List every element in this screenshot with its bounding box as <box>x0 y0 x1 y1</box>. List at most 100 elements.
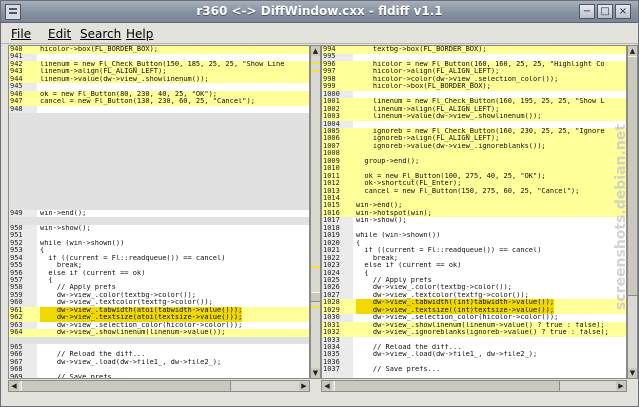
code-line[interactable]: 997 hicolor->align(FL_ALIGN_LEFT); <box>322 68 626 76</box>
code-line[interactable]: 969 // Save prefs... <box>9 374 309 378</box>
scroll-thumb[interactable] <box>21 381 231 391</box>
code-line[interactable]: 1026 dw->view_.color(textbg->color()); <box>322 284 626 292</box>
code-line[interactable]: 1007 ignoreb->value(dw->view_.ignoreblan… <box>322 142 626 151</box>
code-line[interactable]: 953 { <box>9 247 309 255</box>
code-line[interactable]: 946 ok = new Fl_Button(80, 230, 40, 25, "… <box>9 90 309 99</box>
code-line[interactable]: 1020 { <box>322 240 626 248</box>
code-line[interactable]: 1015 win->end(); <box>322 202 626 210</box>
code-line[interactable]: 942 linenum = new Fl_Check_Button(150, 18… <box>9 60 309 69</box>
code-line[interactable]: 964 dw->view_.showlinenum(linenum->value… <box>9 329 309 337</box>
scroll-up-arrow-icon[interactable]: ▲ <box>311 46 320 56</box>
code-line[interactable] <box>9 157 309 166</box>
scroll-thumb[interactable] <box>311 292 320 302</box>
code-line[interactable]: 1036 <box>322 359 626 367</box>
scroll-left-arrow-icon[interactable]: ◀ <box>9 381 19 391</box>
code-line[interactable]: 959 dw->view_.color(textbg->color()); <box>9 292 309 300</box>
code-line[interactable]: 1011 ok = new Fl_Button(100, 275, 40, 25… <box>322 172 626 181</box>
code-line[interactable]: 960 dw->view_.textcolor(textfg->color())… <box>9 299 309 307</box>
code-line[interactable] <box>9 165 309 173</box>
scroll-up-arrow-icon[interactable]: ▲ <box>628 46 637 56</box>
code-line[interactable]: 1021 if ((current = Fl::readqueue()) == … <box>322 247 626 255</box>
scroll-thumb[interactable] <box>334 381 560 391</box>
minimize-button[interactable]: − <box>579 4 595 19</box>
code-line[interactable] <box>9 336 309 345</box>
code-line[interactable]: 1022 break; <box>322 255 626 263</box>
code-line[interactable]: 1035 dw->view_.load(dw->file1_, dw->file… <box>322 351 626 359</box>
code-line[interactable]: 951 <box>9 232 309 240</box>
code-line[interactable]: 957 { <box>9 277 309 285</box>
code-line[interactable]: 1024 { <box>322 270 626 278</box>
maximize-button[interactable]: □ <box>597 4 613 19</box>
code-line[interactable]: 1037 // Save prefs... <box>322 366 626 374</box>
code-line[interactable]: 952 while (win->shown()) <box>9 240 309 248</box>
code-line[interactable]: 1034 // Reload the diff... <box>322 344 626 352</box>
code-line[interactable]: 1030 dw->view_.selection_color(hicolor->… <box>322 314 626 322</box>
scroll-right-arrow-icon[interactable]: ▶ <box>299 381 309 391</box>
code-line[interactable]: 1027 dw->view_.textcolor(textfg->color()… <box>322 292 626 300</box>
code-line[interactable]: 1025 // Apply prefs <box>322 277 626 285</box>
code-line[interactable]: 1009 group->end(); <box>322 157 626 166</box>
code-line[interactable]: 995 <box>322 53 626 61</box>
code-line[interactable]: 968 <box>9 366 309 374</box>
code-line[interactable]: 1005 ignoreb = new Fl_Check_Button(160, … <box>322 127 626 136</box>
code-line[interactable] <box>9 195 309 203</box>
code-line[interactable]: 1032 dw->view_.ignoreblanks(ignoreb->val… <box>322 329 626 337</box>
code-line[interactable] <box>9 172 309 181</box>
code-line[interactable]: 1002 linenum->align(FL_ALIGN_LEFT); <box>322 105 626 114</box>
code-line[interactable] <box>9 202 309 210</box>
code-line[interactable]: 1004 <box>322 121 626 129</box>
code-line[interactable]: 955 break; <box>9 262 309 270</box>
code-line[interactable]: 956 else if (current == ok) <box>9 270 309 278</box>
scroll-right-arrow-icon[interactable]: ▶ <box>616 381 626 391</box>
menu-search[interactable]: Search <box>80 27 121 41</box>
menu-help[interactable]: Help <box>126 27 153 41</box>
code-line[interactable] <box>9 120 309 128</box>
code-line[interactable]: 1012 ok->shortcut(FL_Enter); <box>322 180 626 188</box>
code-line[interactable]: 949 win->end(); <box>9 210 309 218</box>
close-button[interactable]: × <box>615 4 631 19</box>
code-line[interactable]: 1014 <box>322 195 626 203</box>
code-line[interactable]: 1029 dw->view_.textsize((int)textsize->v… <box>322 306 626 315</box>
code-line[interactable]: 1008 <box>322 150 626 158</box>
code-line[interactable]: 994 textbg->box(FL_BORDER_BOX); <box>322 46 626 54</box>
code-line[interactable]: 1018 <box>322 225 626 233</box>
code-line[interactable]: 940 hicolor->box(FL_BORDER_BOX); <box>9 46 309 54</box>
scroll-left-arrow-icon[interactable]: ◀ <box>322 381 332 391</box>
code-line[interactable]: 1010 <box>322 165 626 173</box>
code-line[interactable]: 958 // Apply prefs <box>9 284 309 292</box>
code-line[interactable]: 961 dw->view_.tabwidth(atoi(tabwidth->va… <box>9 306 309 315</box>
code-line[interactable]: 945 <box>9 83 309 91</box>
scroll-down-arrow-icon[interactable]: ▼ <box>311 368 320 378</box>
code-line[interactable] <box>9 150 309 158</box>
code-line[interactable]: 1006 ignoreb->align(FL_ALIGN_LEFT); <box>322 135 626 143</box>
code-line[interactable]: 965 <box>9 344 309 352</box>
code-line[interactable]: 962 dw->view_.textsize(atoi(textsize->va… <box>9 314 309 322</box>
menu-file[interactable]: File <box>11 27 31 41</box>
code-line[interactable]: 943 linenum->align(FL_ALIGN_LEFT); <box>9 68 309 76</box>
code-line[interactable]: 1013 cancel = new Fl_Button(150, 275, 60… <box>322 187 626 196</box>
code-line[interactable]: 1031 dw->view_.showlinenum(linenum->valu… <box>322 321 626 330</box>
code-line[interactable]: 1033 <box>322 337 626 345</box>
code-line[interactable] <box>9 113 309 121</box>
left-vertical-scrollbar[interactable]: ▲ ▼ <box>310 45 321 379</box>
menu-edit[interactable]: Edit <box>48 27 71 41</box>
right-horizontal-scrollbar[interactable]: ◀ ▶ <box>321 380 627 392</box>
code-line[interactable]: 1028 dw->view_.tabwidth((int)tabwidth->v… <box>322 299 626 307</box>
code-line[interactable]: 1019 while (win->shown()) <box>322 232 626 240</box>
code-line[interactable]: 1023 else if (current == ok) <box>322 262 626 270</box>
code-line[interactable]: 954 if ((current = Fl::readqueue()) == c… <box>9 255 309 263</box>
code-line[interactable]: 966 // Reload the diff... <box>9 351 309 359</box>
scroll-down-arrow-icon[interactable]: ▼ <box>628 368 637 378</box>
right-diff-pane[interactable]: 994 textbg->box(FL_BORDER_BOX); 995 996 hi… <box>321 45 627 379</box>
code-line[interactable]: 967 dw->view_.load(dw->file1_, dw->file2… <box>9 359 309 367</box>
code-line[interactable]: 963 dw->view_.selection_color(hicolor->c… <box>9 322 309 330</box>
code-line[interactable]: 944 linenum->value(dw->view_.showlinenum(… <box>9 75 309 84</box>
code-line[interactable]: 1003 linenum->value(dw->view_.showlinenu… <box>322 113 626 121</box>
code-line[interactable] <box>9 135 309 143</box>
code-line[interactable]: 1017 win->show(); <box>322 217 626 225</box>
code-line[interactable]: 996 hicolor = new Fl_Button(160, 160, 25… <box>322 60 626 69</box>
code-line[interactable] <box>9 187 309 196</box>
code-line[interactable] <box>9 142 309 151</box>
left-horizontal-scrollbar[interactable]: ◀ ▶ <box>8 380 310 392</box>
title-bar[interactable]: r360 <-> DiffWindow.cxx - fldiff v1.1 − … <box>1 1 638 23</box>
